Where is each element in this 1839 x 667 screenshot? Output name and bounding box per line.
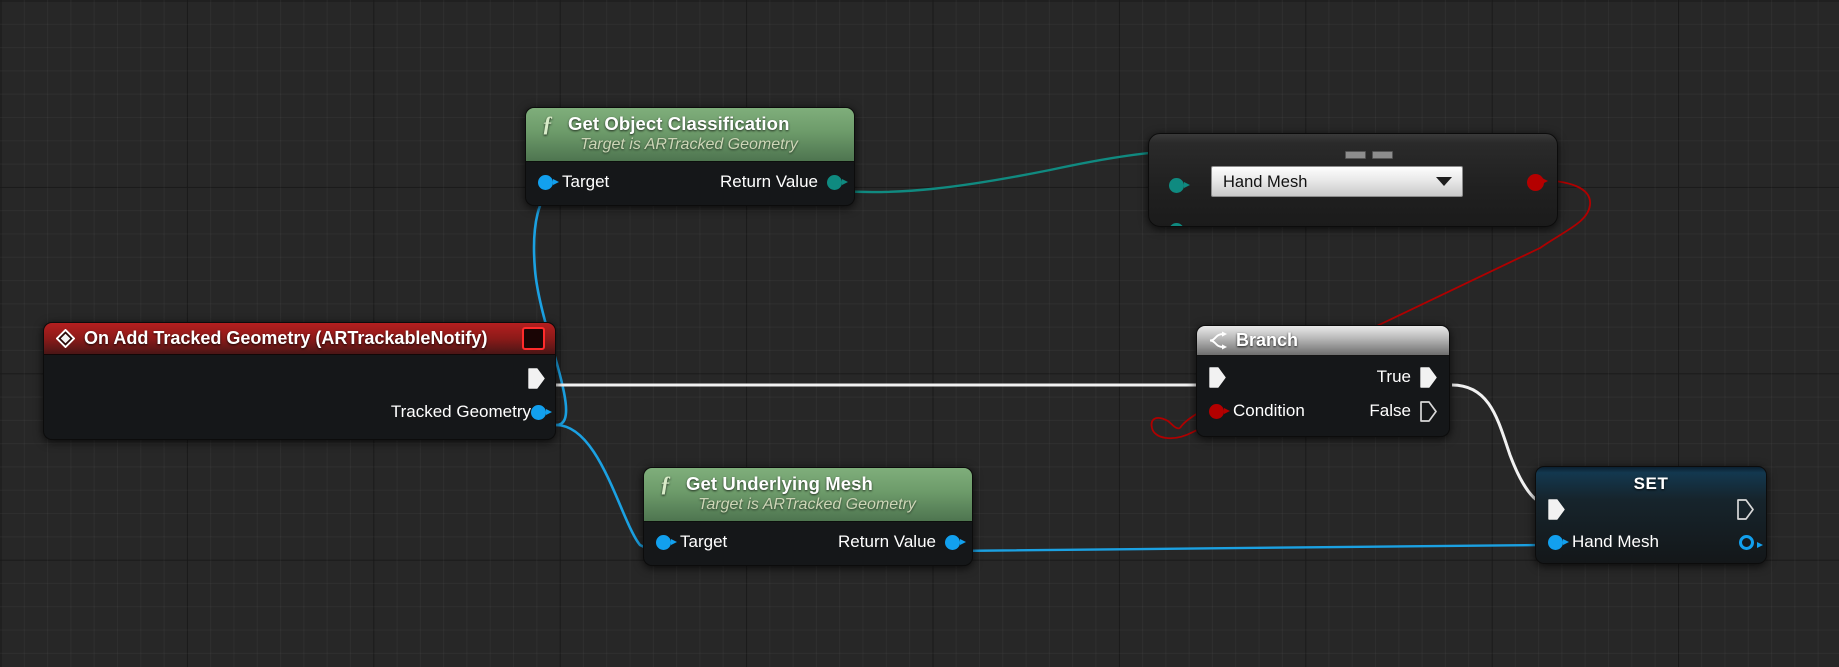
exec-out-pin[interactable]	[1737, 499, 1754, 520]
event-node-header: On Add Tracked Geometry (ARTrackableNoti…	[44, 323, 555, 355]
exec-in-pin[interactable]	[1209, 367, 1226, 388]
node-get-object-classification[interactable]: ƒ Get Object Classification Target is AR…	[525, 107, 855, 206]
set-variable-row: Hand Mesh	[1536, 524, 1766, 560]
enum-input-b-pin[interactable]	[1169, 223, 1184, 227]
target-label: Target	[680, 532, 727, 552]
enum-output-pin[interactable]	[1527, 174, 1544, 191]
gum-title: Get Underlying Mesh	[658, 473, 956, 494]
set-variable-in-group: Hand Mesh	[1548, 532, 1659, 552]
enum-selected-value: Hand Mesh	[1223, 173, 1307, 191]
exec-true-pin[interactable]	[1420, 367, 1437, 388]
chevron-down-icon[interactable]	[1436, 177, 1452, 186]
event-node-title: On Add Tracked Geometry (ARTrackableNoti…	[84, 328, 487, 349]
event-exec-out-row	[44, 361, 555, 395]
tracked-geometry-pin-row: Tracked Geometry	[44, 395, 555, 429]
delegate-badge-icon	[522, 327, 545, 350]
node-branch[interactable]: Branch True Condition	[1196, 325, 1450, 437]
function-f-icon: ƒ	[542, 113, 553, 134]
set-exec-in-group	[1548, 499, 1565, 520]
enum-value-dropdown[interactable]: Hand Mesh	[1211, 166, 1463, 197]
function-node-subtitle: Target is ARTracked Geometry	[540, 135, 838, 154]
event-diamond-icon	[56, 329, 75, 348]
exec-in-pin[interactable]	[1548, 499, 1565, 520]
tracked-geometry-pin[interactable]	[531, 405, 546, 420]
exec-false-pin[interactable]	[1420, 401, 1437, 422]
enum-a-dot[interactable]	[1169, 178, 1184, 193]
function-f-icon: ƒ	[660, 473, 671, 494]
branch-title: Branch	[1236, 330, 1298, 351]
node-enum-equal[interactable]: Hand Mesh	[1148, 133, 1558, 227]
gum-subtitle: Target is ARTracked Geometry	[658, 495, 956, 514]
set-exec-out-group	[1737, 499, 1754, 520]
set-variable-out-group	[1739, 535, 1754, 550]
target-label: Target	[562, 172, 609, 192]
hand-mesh-label: Hand Mesh	[1572, 532, 1659, 552]
branch-false-group: False	[1369, 401, 1437, 422]
branch-exec-in-group	[1209, 367, 1226, 388]
enum-out-dot[interactable]	[1527, 174, 1544, 191]
target-pin[interactable]	[538, 175, 553, 190]
function-node-header: ƒ Get Object Classification Target is AR…	[526, 108, 854, 162]
hand-mesh-out-pin[interactable]	[1739, 535, 1754, 550]
tracked-geometry-label: Tracked Geometry	[391, 402, 531, 422]
set-exec-row	[1536, 494, 1766, 524]
gum-body: Target Return Value	[644, 522, 972, 565]
branch-header: Branch	[1197, 326, 1449, 356]
condition-label: Condition	[1233, 401, 1305, 421]
return-value-label: Return Value	[838, 532, 936, 552]
branch-true-label: True	[1377, 367, 1411, 387]
hand-mesh-in-pin[interactable]	[1548, 535, 1563, 550]
node-event-on-add-tracked-geometry[interactable]: On Add Tracked Geometry (ARTrackableNoti…	[43, 322, 556, 440]
branch-condition-group: Condition	[1209, 401, 1305, 421]
return-value-pin[interactable]	[945, 535, 960, 550]
goc-pin-row: Target Return Value	[526, 165, 854, 199]
set-node-title: SET	[1536, 467, 1766, 494]
blueprint-graph-canvas[interactable]: On Add Tracked Geometry (ARTrackableNoti…	[0, 0, 1839, 667]
branch-icon	[1207, 331, 1228, 350]
gum-target-pin-group: Target	[656, 532, 727, 552]
enum-input-a-pin[interactable]	[1169, 178, 1184, 193]
return-value-label: Return Value	[720, 172, 818, 192]
event-node-body: Tracked Geometry	[44, 355, 555, 439]
branch-exec-row: True	[1197, 360, 1449, 394]
function-node-body: Target Return Value	[526, 162, 854, 205]
equals-operator-icon	[1345, 151, 1393, 159]
goc-target-pin-group: Target	[538, 172, 609, 192]
enum-b-dot[interactable]	[1169, 223, 1184, 227]
target-pin[interactable]	[656, 535, 671, 550]
branch-condition-row: Condition False	[1197, 394, 1449, 428]
set-node-body: Hand Mesh	[1536, 494, 1766, 560]
branch-body: True Condition False	[1197, 356, 1449, 436]
condition-pin[interactable]	[1209, 404, 1224, 419]
branch-false-label: False	[1369, 401, 1411, 421]
function-node-title: Get Object Classification	[540, 113, 838, 134]
exec-out-pin[interactable]	[528, 368, 545, 389]
gum-header: ƒ Get Underlying Mesh Target is ARTracke…	[644, 468, 972, 522]
node-set-hand-mesh[interactable]: SET Hand Mesh	[1535, 466, 1767, 564]
gum-pin-row: Target Return Value	[644, 525, 972, 559]
node-get-underlying-mesh[interactable]: ƒ Get Underlying Mesh Target is ARTracke…	[643, 467, 973, 566]
return-value-pin[interactable]	[827, 175, 842, 190]
branch-true-group: True	[1377, 367, 1437, 388]
goc-return-pin-group: Return Value	[720, 172, 842, 192]
gum-return-pin-group: Return Value	[838, 532, 960, 552]
